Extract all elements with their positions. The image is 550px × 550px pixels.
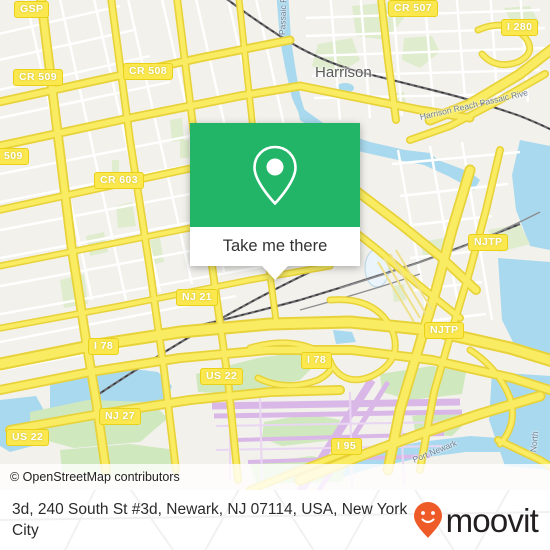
place-label: Harrison [315, 64, 372, 81]
road-shield: I 78 [301, 352, 333, 369]
road-shield: I 78 [88, 338, 120, 355]
road-shield: I 95 [331, 438, 363, 455]
moovit-logo[interactable]: moovit [413, 501, 539, 539]
road-shield: NJTP [424, 322, 465, 339]
map-canvas[interactable]: Harrison Passaic Rive Harrison Reach Passa… [0, 0, 550, 490]
location-popup[interactable]: Take me there [190, 123, 360, 280]
moovit-smiley-pin-icon [413, 502, 442, 538]
footer-content: 3d, 240 South St #3d, Newark, NJ 07114, … [0, 490, 550, 550]
road-shield: GSP [14, 1, 50, 18]
address-text: 3d, 240 South St #3d, Newark, NJ 07114, … [12, 501, 408, 539]
road-shield: CR 508 [123, 63, 174, 80]
road-shield: 509 [0, 148, 29, 165]
road-shield: CR 507 [388, 0, 439, 17]
road-shield: CR 603 [94, 172, 145, 189]
popup-header [190, 123, 360, 227]
road-shield: I 280 [501, 19, 539, 36]
map-attribution[interactable]: © OpenStreetMap contributors [0, 464, 550, 490]
moovit-map-screenshot: Harrison Passaic Rive Harrison Reach Passa… [0, 0, 550, 550]
road-shield: NJ 21 [176, 289, 219, 306]
road-shield: US 22 [200, 368, 244, 385]
water-label: Passaic Rive [277, 0, 289, 36]
road-shield: US 22 [6, 429, 50, 446]
map-pin-icon [253, 145, 297, 205]
popup-pointer-tail [262, 266, 288, 280]
attribution-text: © OpenStreetMap contributors [10, 470, 180, 484]
road-shield: CR 509 [13, 69, 64, 86]
take-me-there-label: Take me there [222, 237, 328, 255]
road-shield: NJ 27 [99, 408, 142, 425]
road-shield: NJTP [468, 234, 509, 251]
moovit-wordmark: moovit [445, 501, 539, 539]
footer-bar: 3d, 240 South St #3d, Newark, NJ 07114, … [0, 490, 550, 550]
take-me-there-button[interactable]: Take me there [190, 227, 360, 266]
